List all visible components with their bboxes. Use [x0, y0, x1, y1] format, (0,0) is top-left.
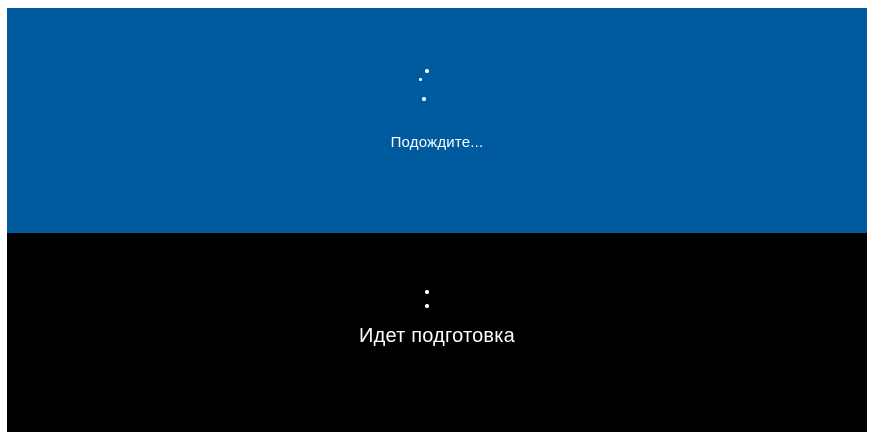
preparing-message: Идет подготовка — [359, 325, 515, 347]
spinner-dot — [419, 78, 422, 81]
spinner-dot — [422, 97, 426, 101]
spinner-dot — [425, 290, 429, 294]
spinner-dot — [425, 304, 429, 308]
screenshot-frame: Подождите... Идет подготовка — [7, 8, 867, 432]
loading-dots-icon — [412, 287, 442, 327]
please-wait-screen — [7, 8, 867, 233]
spinner-dot — [425, 69, 429, 73]
please-wait-message: Подождите... — [390, 134, 484, 151]
loading-dots-icon — [406, 66, 436, 106]
